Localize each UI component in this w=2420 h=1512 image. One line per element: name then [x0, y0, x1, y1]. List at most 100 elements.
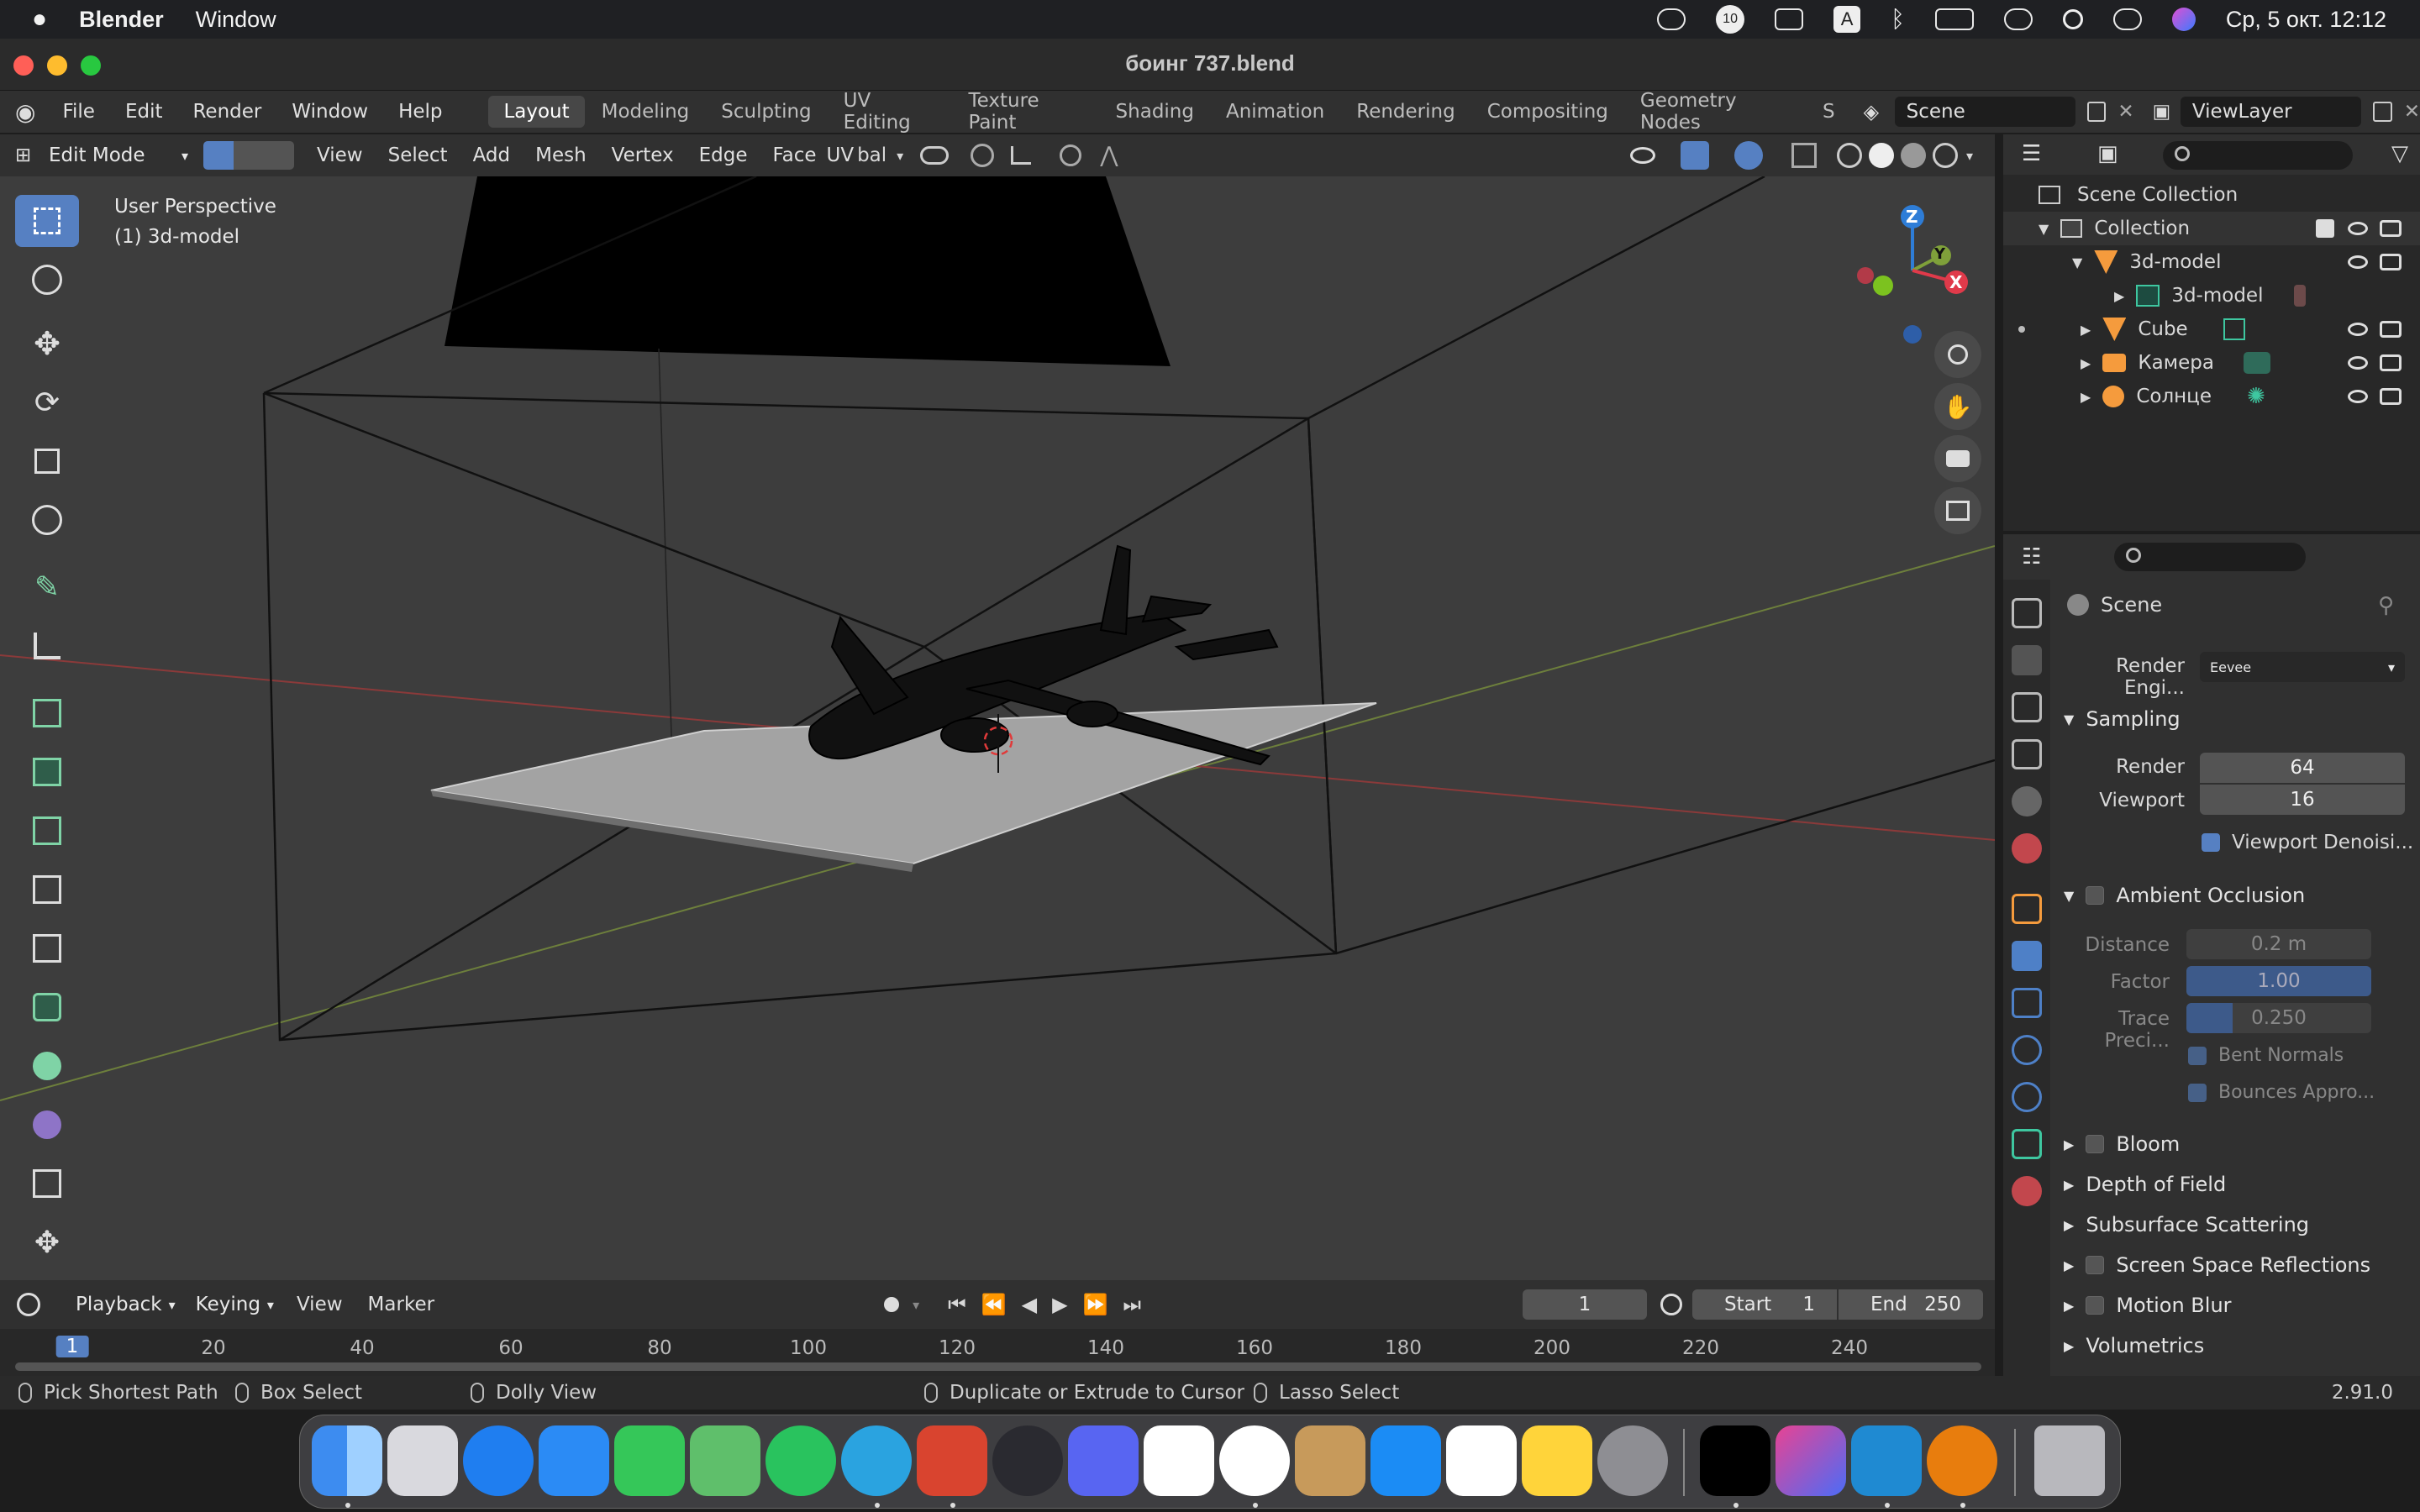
filter-icon[interactable]: ▽ [2391, 141, 2408, 166]
pan-button[interactable]: ✋ [1934, 383, 1981, 430]
cloud-icon[interactable] [1657, 8, 1686, 30]
apple-icon[interactable]: ● [32, 5, 47, 34]
gizmo-toggle-icon[interactable] [1680, 141, 1709, 170]
jump-end-icon[interactable]: ⏭ [1123, 1293, 1141, 1316]
launchpad-icon[interactable] [387, 1425, 458, 1496]
trash-icon[interactable] [2034, 1425, 2105, 1496]
sampling-panel-header[interactable]: ▼ Sampling [2050, 701, 2420, 738]
object-tab-icon[interactable] [2012, 894, 2042, 924]
material-tab-icon[interactable] [2012, 1176, 2042, 1206]
play-reverse-icon[interactable]: ◀ [1022, 1293, 1037, 1316]
menubar-window[interactable]: Window [196, 7, 276, 33]
app-store-icon[interactable] [1370, 1425, 1441, 1496]
menu-view[interactable]: View [304, 144, 376, 166]
ssr-checkbox[interactable] [2086, 1256, 2105, 1274]
render-tab-icon[interactable] [2012, 645, 2042, 675]
notes-icon[interactable] [1522, 1425, 1592, 1496]
yandex-browser-icon[interactable] [1219, 1425, 1290, 1496]
bluetooth-icon[interactable]: ᛒ [1891, 6, 1905, 33]
shear-tool[interactable]: ✥ [15, 1216, 79, 1268]
eye-icon[interactable] [2348, 222, 2368, 235]
add-cube-tool[interactable] [15, 687, 79, 739]
calendar-icon[interactable] [1144, 1425, 1214, 1496]
end-frame-field[interactable]: End 250 [1839, 1289, 1983, 1320]
overlays-icon[interactable] [1733, 141, 1763, 170]
output-tab-icon[interactable] [2012, 692, 2042, 722]
exclude-checkbox[interactable] [2316, 219, 2334, 238]
bevel-tool[interactable] [15, 864, 79, 916]
menu-vertex[interactable]: Vertex [599, 144, 687, 166]
outliner-row-3d-model[interactable]: ▼ 3d-model [2003, 245, 2420, 279]
tab-geometry-nodes[interactable]: Geometry Nodes [1625, 85, 1806, 139]
control-center-icon[interactable] [2112, 8, 2142, 30]
camera-icon[interactable] [2380, 220, 2402, 237]
prev-keyframe-icon[interactable]: ⏪ [981, 1293, 1007, 1316]
blender-icon[interactable] [1927, 1425, 1997, 1496]
telegram-icon[interactable] [841, 1425, 912, 1496]
tab-shading[interactable]: Shading [1101, 96, 1209, 128]
whatsapp-icon[interactable] [765, 1425, 836, 1496]
edge-select-icon[interactable] [234, 141, 264, 170]
mute-icon[interactable] [1775, 8, 1804, 30]
viewport-samples-field[interactable]: 16 [2200, 785, 2405, 815]
particles-tab-icon[interactable] [2012, 988, 2042, 1018]
tab-modeling[interactable]: Modeling [587, 96, 705, 128]
depth-of-field-panel-header[interactable]: ▶ Depth of Field [2050, 1166, 2420, 1203]
ambient-occlusion-checkbox[interactable] [2086, 886, 2105, 905]
view-layer-tab-icon[interactable] [2012, 739, 2042, 769]
expand-arrow-icon[interactable]: ▼ [2039, 221, 2049, 237]
rotate-tool[interactable]: ⟳ [15, 376, 79, 428]
menubar-clock[interactable]: Ср, 5 окт. 12:12 [2226, 7, 2386, 33]
notification-icon[interactable]: 10 [1716, 5, 1745, 34]
start-frame-field[interactable]: Start 1 [1692, 1289, 1837, 1320]
tab-layout[interactable]: Layout [488, 96, 585, 128]
viewport-denoising-checkbox[interactable]: Viewport Denoisi... [2202, 832, 2413, 853]
scene-selector[interactable]: Scene [1894, 97, 2075, 127]
move-tool[interactable]: ✥ [15, 318, 79, 370]
outliner-row-mesh-data[interactable]: ▶ 3d-model [2003, 279, 2420, 312]
timeline-editor-icon[interactable] [17, 1293, 40, 1316]
cursor-tool[interactable] [15, 254, 79, 306]
select-box-tool[interactable] [15, 195, 79, 247]
tab-sculpting[interactable]: Sculpting [706, 96, 826, 128]
tab-rendering[interactable]: Rendering [1341, 96, 1470, 128]
camera-icon[interactable] [2380, 254, 2402, 270]
chevron-down-icon[interactable]: ▾ [1966, 148, 1973, 164]
record-icon[interactable] [884, 1297, 900, 1312]
render-samples-field[interactable]: 64 [2200, 753, 2405, 783]
display-mode-icon[interactable]: ▣ [2097, 141, 2118, 166]
outliner-search-input[interactable] [2163, 141, 2353, 170]
physics-tab-icon[interactable] [2012, 1035, 2042, 1065]
tab-uv-editing[interactable]: UV Editing [829, 85, 952, 139]
properties-search-input[interactable] [2114, 543, 2306, 571]
play-icon[interactable]: ▶ [1052, 1293, 1067, 1316]
camera-icon[interactable] [2380, 354, 2402, 371]
solid-shading-icon[interactable] [1868, 143, 1894, 168]
expand-arrow-icon[interactable]: ▶ [2114, 288, 2124, 304]
reminders-icon[interactable] [1446, 1425, 1517, 1496]
ssr-panel-header[interactable]: ▶ Screen Space Reflections [2050, 1247, 2420, 1284]
camera-view-button[interactable] [1934, 435, 1981, 482]
face-select-icon[interactable] [264, 141, 294, 170]
proportional-edit-icon[interactable] [1060, 144, 1082, 166]
knife-tool[interactable] [15, 981, 79, 1033]
outliner-editor-icon[interactable]: ☰ [2022, 141, 2041, 166]
eye-icon[interactable] [2348, 356, 2368, 370]
scale-tool[interactable] [15, 435, 79, 487]
tab-scripting[interactable]: S [1807, 96, 1842, 128]
menu-window[interactable]: Window [276, 101, 383, 123]
data-tab-icon[interactable] [2012, 1129, 2042, 1159]
ao-trace-precision-slider[interactable]: 0.250 [2186, 1003, 2371, 1033]
current-frame-field[interactable]: 1 [1523, 1289, 1647, 1320]
outliner-row-collection[interactable]: ▼ Collection [2003, 212, 2420, 245]
subsurface-scattering-panel-header[interactable]: ▶ Subsurface Scattering [2050, 1206, 2420, 1243]
outliner-row-camera[interactable]: ▶ Камера [2003, 346, 2420, 380]
world-tab-icon[interactable] [2012, 833, 2042, 864]
keying-menu[interactable]: Keying ▾ [185, 1289, 284, 1320]
transform-orientation[interactable]: bal [857, 144, 897, 166]
remote-desktop-icon[interactable] [917, 1425, 987, 1496]
annotate-tool[interactable]: ✎ [15, 561, 79, 613]
tab-animation[interactable]: Animation [1211, 96, 1339, 128]
render-engine-select[interactable]: Eevee ▾ [2200, 652, 2405, 682]
eye-icon[interactable] [2348, 390, 2368, 403]
